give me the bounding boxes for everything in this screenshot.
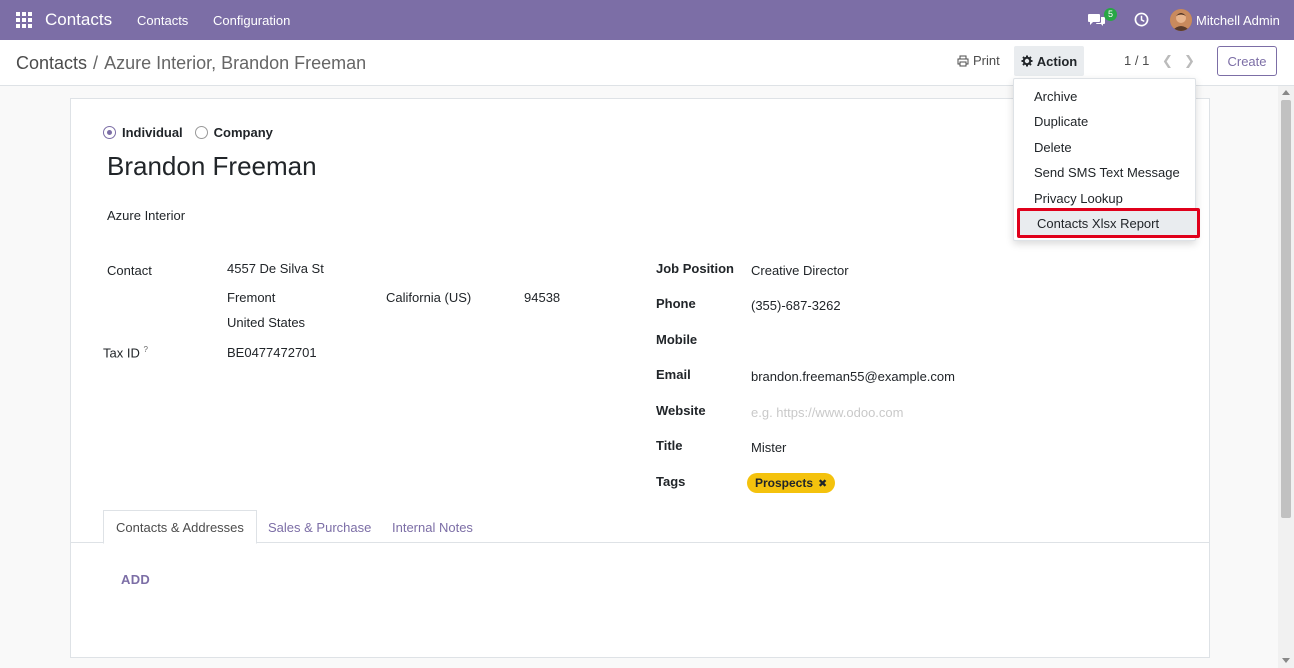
activity-clock-icon[interactable] bbox=[1134, 12, 1149, 27]
menu-contacts[interactable]: Contacts bbox=[137, 13, 188, 28]
app-menu-icon[interactable] bbox=[16, 12, 32, 28]
street-field[interactable]: 4557 De Silva St bbox=[227, 261, 324, 276]
gear-icon bbox=[1021, 55, 1033, 67]
tag-label: Prospects bbox=[755, 476, 814, 490]
menu-item-send-sms[interactable]: Send SMS Text Message bbox=[1014, 160, 1195, 185]
country-field[interactable]: United States bbox=[227, 315, 305, 330]
print-label: Print bbox=[973, 53, 1000, 68]
tab-internal-notes[interactable]: Internal Notes bbox=[380, 510, 485, 544]
print-icon bbox=[957, 55, 969, 66]
action-dropdown-menu: Archive Duplicate Delete Send SMS Text M… bbox=[1013, 78, 1200, 241]
title-field[interactable]: Mister bbox=[751, 440, 786, 455]
radio-individual[interactable]: Individual bbox=[103, 125, 183, 140]
title-label: Title bbox=[656, 438, 683, 453]
print-button[interactable]: Print bbox=[957, 53, 1000, 68]
state-field[interactable]: California (US) bbox=[386, 290, 471, 305]
radio-selected-icon[interactable] bbox=[103, 126, 116, 139]
menu-item-duplicate[interactable]: Duplicate bbox=[1014, 109, 1195, 134]
chevron-right-icon[interactable]: ❯ bbox=[1184, 53, 1195, 69]
mobile-label: Mobile bbox=[656, 332, 698, 347]
menu-item-delete[interactable]: Delete bbox=[1014, 135, 1195, 160]
user-avatar[interactable] bbox=[1170, 9, 1192, 31]
radio-individual-label[interactable]: Individual bbox=[122, 125, 183, 140]
user-name[interactable]: Mitchell Admin bbox=[1196, 13, 1280, 28]
action-button[interactable]: Action bbox=[1014, 46, 1084, 76]
chat-count-badge: 5 bbox=[1104, 8, 1118, 21]
menu-item-archive[interactable]: Archive bbox=[1014, 84, 1195, 109]
website-field[interactable]: e.g. https://www.odoo.com bbox=[751, 405, 903, 420]
top-navbar: Contacts Contacts Configuration 5 Mitche… bbox=[0, 0, 1294, 40]
tax-id-label-text: Tax ID bbox=[103, 345, 140, 361]
company-type-radio-group: Individual Company bbox=[103, 125, 273, 140]
tags-label: Tags bbox=[656, 474, 686, 489]
zip-field[interactable]: 94538 bbox=[524, 290, 560, 305]
tag-badge: Prospects ✖ bbox=[747, 473, 836, 493]
website-label: Website bbox=[656, 403, 706, 418]
radio-unselected-icon[interactable] bbox=[194, 126, 208, 139]
pager-value[interactable]: 1 / 1 bbox=[1124, 53, 1149, 68]
city-field[interactable]: Fremont bbox=[227, 290, 275, 305]
partner-name-field[interactable]: Brandon Freeman bbox=[107, 151, 317, 182]
remove-tag-icon[interactable]: ✖ bbox=[818, 477, 827, 490]
email-field[interactable]: brandon.freeman55@example.com bbox=[751, 369, 955, 384]
breadcrumb-root[interactable]: Contacts bbox=[16, 53, 87, 73]
company-name-field[interactable]: Azure Interior bbox=[107, 208, 185, 223]
radio-company-label[interactable]: Company bbox=[214, 125, 273, 140]
radio-company[interactable]: Company bbox=[194, 125, 273, 140]
scroll-up-arrow-icon[interactable] bbox=[1282, 90, 1290, 95]
app-name[interactable]: Contacts bbox=[45, 10, 112, 30]
tax-id-label: Tax ID ? bbox=[103, 345, 148, 360]
contact-address-label: Contact bbox=[107, 263, 152, 278]
tab-sales-purchase[interactable]: Sales & Purchase bbox=[256, 510, 383, 544]
phone-label: Phone bbox=[656, 296, 696, 311]
scrollbar-thumb[interactable] bbox=[1281, 100, 1291, 518]
chevron-left-icon[interactable]: ❮ bbox=[1162, 53, 1173, 69]
breadcrumb-separator: / bbox=[93, 53, 99, 73]
email-label: Email bbox=[656, 367, 691, 382]
create-button[interactable]: Create bbox=[1217, 46, 1277, 76]
notebook-tabs: Contacts & Addresses Sales & Purchase In… bbox=[71, 510, 1209, 544]
tax-id-field[interactable]: BE0477472701 bbox=[227, 345, 317, 360]
help-tooltip-icon[interactable]: ? bbox=[143, 345, 147, 354]
add-contact-link[interactable]: ADD bbox=[121, 572, 150, 587]
breadcrumb: Contacts / Azure Interior, Brandon Freeman bbox=[16, 53, 366, 74]
job-position-label: Job Position bbox=[656, 261, 734, 276]
menu-item-contacts-xlsx-report[interactable]: Contacts Xlsx Report bbox=[1017, 208, 1200, 238]
scroll-down-arrow-icon[interactable] bbox=[1282, 658, 1290, 663]
action-label: Action bbox=[1036, 53, 1078, 69]
tab-contacts-addresses[interactable]: Contacts & Addresses bbox=[103, 510, 257, 544]
breadcrumb-current: Azure Interior, Brandon Freeman bbox=[104, 53, 367, 73]
menu-configuration[interactable]: Configuration bbox=[213, 13, 290, 28]
job-position-field[interactable]: Creative Director bbox=[751, 263, 849, 278]
scrollbar[interactable] bbox=[1278, 86, 1294, 668]
phone-field[interactable]: (355)-687-3262 bbox=[751, 298, 841, 313]
